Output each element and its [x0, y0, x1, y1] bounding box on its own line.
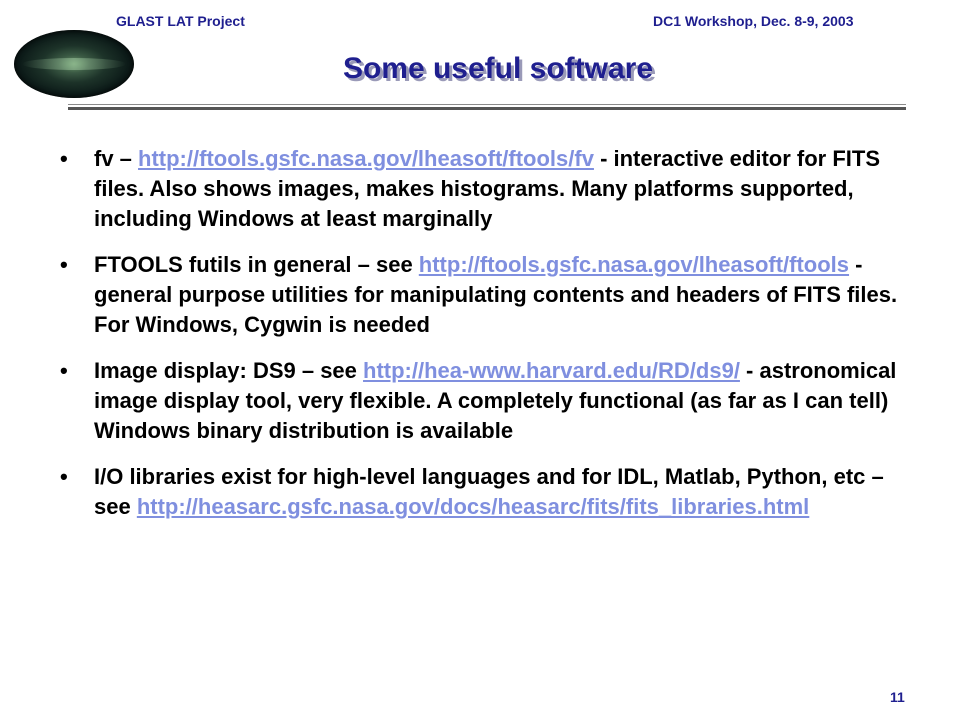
title-rule-thin	[68, 104, 906, 105]
bullet-item-io-libraries: • I/O libraries exist for high-level lan…	[60, 462, 920, 522]
ftools-link[interactable]: http://ftools.gsfc.nasa.gov/lheasoft/fto…	[419, 252, 849, 277]
bullet-dot-icon: •	[60, 146, 68, 171]
bullet-text-pre: Image display: DS9 – see	[94, 358, 364, 383]
bullet-item-ds9: • Image display: DS9 – see http://hea-ww…	[60, 356, 920, 446]
bullet-dot-icon: •	[60, 464, 68, 489]
ds9-link[interactable]: http://hea-www.harvard.edu/RD/ds9/	[363, 358, 740, 383]
page-number: 11	[890, 689, 905, 705]
title-rule-thick	[68, 107, 906, 110]
bullet-text-pre: fv –	[94, 146, 139, 171]
bullet-dot-icon: •	[60, 358, 68, 383]
bullet-dot-icon: •	[60, 252, 68, 277]
bullet-list: • fv – http://ftools.gsfc.nasa.gov/lheas…	[60, 144, 920, 538]
fits-libraries-link[interactable]: http://heasarc.gsfc.nasa.gov/docs/heasar…	[137, 494, 809, 519]
bullet-item-ftools: • FTOOLS futils in general – see http://…	[60, 250, 920, 340]
bullet-text-pre: FTOOLS futils in general – see	[94, 252, 419, 277]
bullet-item-fv: • fv – http://ftools.gsfc.nasa.gov/lheas…	[60, 144, 920, 234]
header-event: DC1 Workshop, Dec. 8-9, 2003	[653, 13, 854, 29]
header-project: GLAST LAT Project	[116, 13, 245, 29]
fv-link[interactable]: http://ftools.gsfc.nasa.gov/lheasoft/fto…	[138, 146, 594, 171]
slide-title: Some useful software	[342, 52, 654, 85]
